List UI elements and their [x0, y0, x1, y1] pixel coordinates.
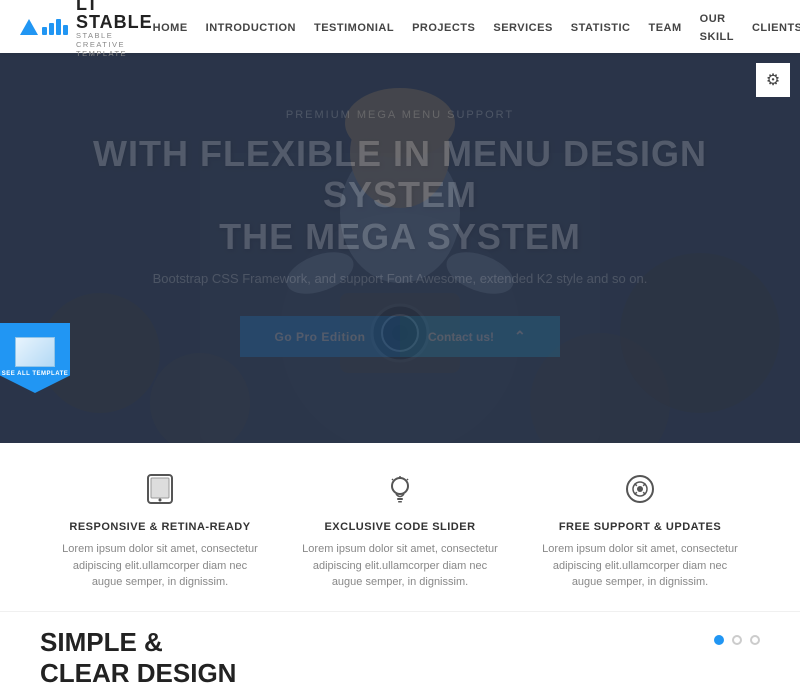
support-icon	[624, 473, 656, 511]
logo-bar-2	[49, 23, 54, 35]
navbar: LT STABLE STABLE CREATIVE TEMPLATE HOME …	[0, 0, 800, 53]
nav-item-statistic[interactable]: STATISTIC	[571, 18, 631, 36]
badge-label: SEE ALL TEMPLATE	[2, 371, 69, 378]
simple-title-line2: CLEAR DESIGN	[40, 658, 236, 689]
brand-subtitle: STABLE CREATIVE TEMPLATE	[76, 31, 153, 58]
dot-1[interactable]	[714, 635, 724, 645]
logo-bar-3	[56, 19, 61, 35]
nav-link-team[interactable]: TEAM	[649, 22, 682, 34]
feature-responsive-desc: Lorem ipsum dolor sit amet, consectetur …	[60, 541, 260, 591]
badge-thumbnail	[15, 337, 55, 367]
logo-triangle	[20, 19, 38, 35]
dot-2[interactable]	[732, 635, 742, 645]
brand-text: LT STABLE STABLE CREATIVE TEMPLATE	[76, 0, 153, 58]
feature-responsive-title: RESPONSIVE & RETINA-READY	[69, 521, 250, 533]
feature-support: FREE SUPPORT & UPDATES Lorem ipsum dolor…	[520, 473, 760, 591]
brand-logo-icon	[20, 19, 68, 35]
nav-item-clients[interactable]: CLIENTS	[752, 18, 800, 36]
carousel-dots	[714, 635, 760, 645]
nav-item-services[interactable]: SERVICES	[493, 18, 552, 36]
brand-name: LT STABLE	[76, 0, 153, 31]
hero-background: ⚙ SEE ALL TEMPLATE PREMIUM MEGA MENU SUP…	[0, 53, 800, 443]
nav-link-clients[interactable]: CLIENTS	[752, 22, 800, 34]
bottom-section: SIMPLE & CLEAR DESIGN	[0, 611, 800, 689]
nav-link-home[interactable]: HOME	[153, 22, 188, 34]
logo-bar-4	[63, 25, 68, 35]
nav-item-projects[interactable]: PROJECTS	[412, 18, 475, 36]
simple-title-line1: SIMPLE &	[40, 627, 236, 658]
feature-slider-desc: Lorem ipsum dolor sit amet, consectetur …	[300, 541, 500, 591]
bulb-icon	[384, 473, 416, 511]
nav-link-projects[interactable]: PROJECTS	[412, 22, 475, 34]
nav-link-introduction[interactable]: INTRODUCTION	[206, 22, 296, 34]
tablet-icon	[144, 473, 176, 511]
nav-item-testimonial[interactable]: TESTIMONIAL	[314, 18, 394, 36]
features-section: RESPONSIVE & RETINA-READY Lorem ipsum do…	[0, 443, 800, 611]
nav-link-statistic[interactable]: STATISTIC	[571, 22, 631, 34]
nav-item-team[interactable]: TEAM	[649, 18, 682, 36]
nav-link-ourskill[interactable]: OUR SKILL	[700, 13, 734, 43]
gear-button[interactable]: ⚙	[756, 63, 790, 97]
feature-support-title: FREE SUPPORT & UPDATES	[559, 521, 721, 533]
nav-links: HOME INTRODUCTION TESTIMONIAL PROJECTS S…	[153, 9, 800, 45]
feature-slider-title: EXCLUSIVE CODE SLIDER	[324, 521, 475, 533]
nav-item-home[interactable]: HOME	[153, 18, 188, 36]
feature-support-desc: Lorem ipsum dolor sit amet, consectetur …	[540, 541, 740, 591]
feature-slider: EXCLUSIVE CODE SLIDER Lorem ipsum dolor …	[280, 473, 520, 591]
logo-bar-1	[42, 27, 47, 35]
simple-design-title: SIMPLE & CLEAR DESIGN	[40, 627, 236, 689]
dot-3[interactable]	[750, 635, 760, 645]
brand-logo-area: LT STABLE STABLE CREATIVE TEMPLATE	[20, 0, 153, 58]
hero-overlay	[0, 53, 800, 443]
nav-link-testimonial[interactable]: TESTIMONIAL	[314, 22, 394, 34]
feature-responsive: RESPONSIVE & RETINA-READY Lorem ipsum do…	[40, 473, 280, 591]
hero-section: ⚙ SEE ALL TEMPLATE PREMIUM MEGA MENU SUP…	[0, 53, 800, 443]
nav-item-introduction[interactable]: INTRODUCTION	[206, 18, 296, 36]
nav-item-ourskill[interactable]: OUR SKILL	[700, 9, 734, 45]
nav-link-services[interactable]: SERVICES	[493, 22, 552, 34]
